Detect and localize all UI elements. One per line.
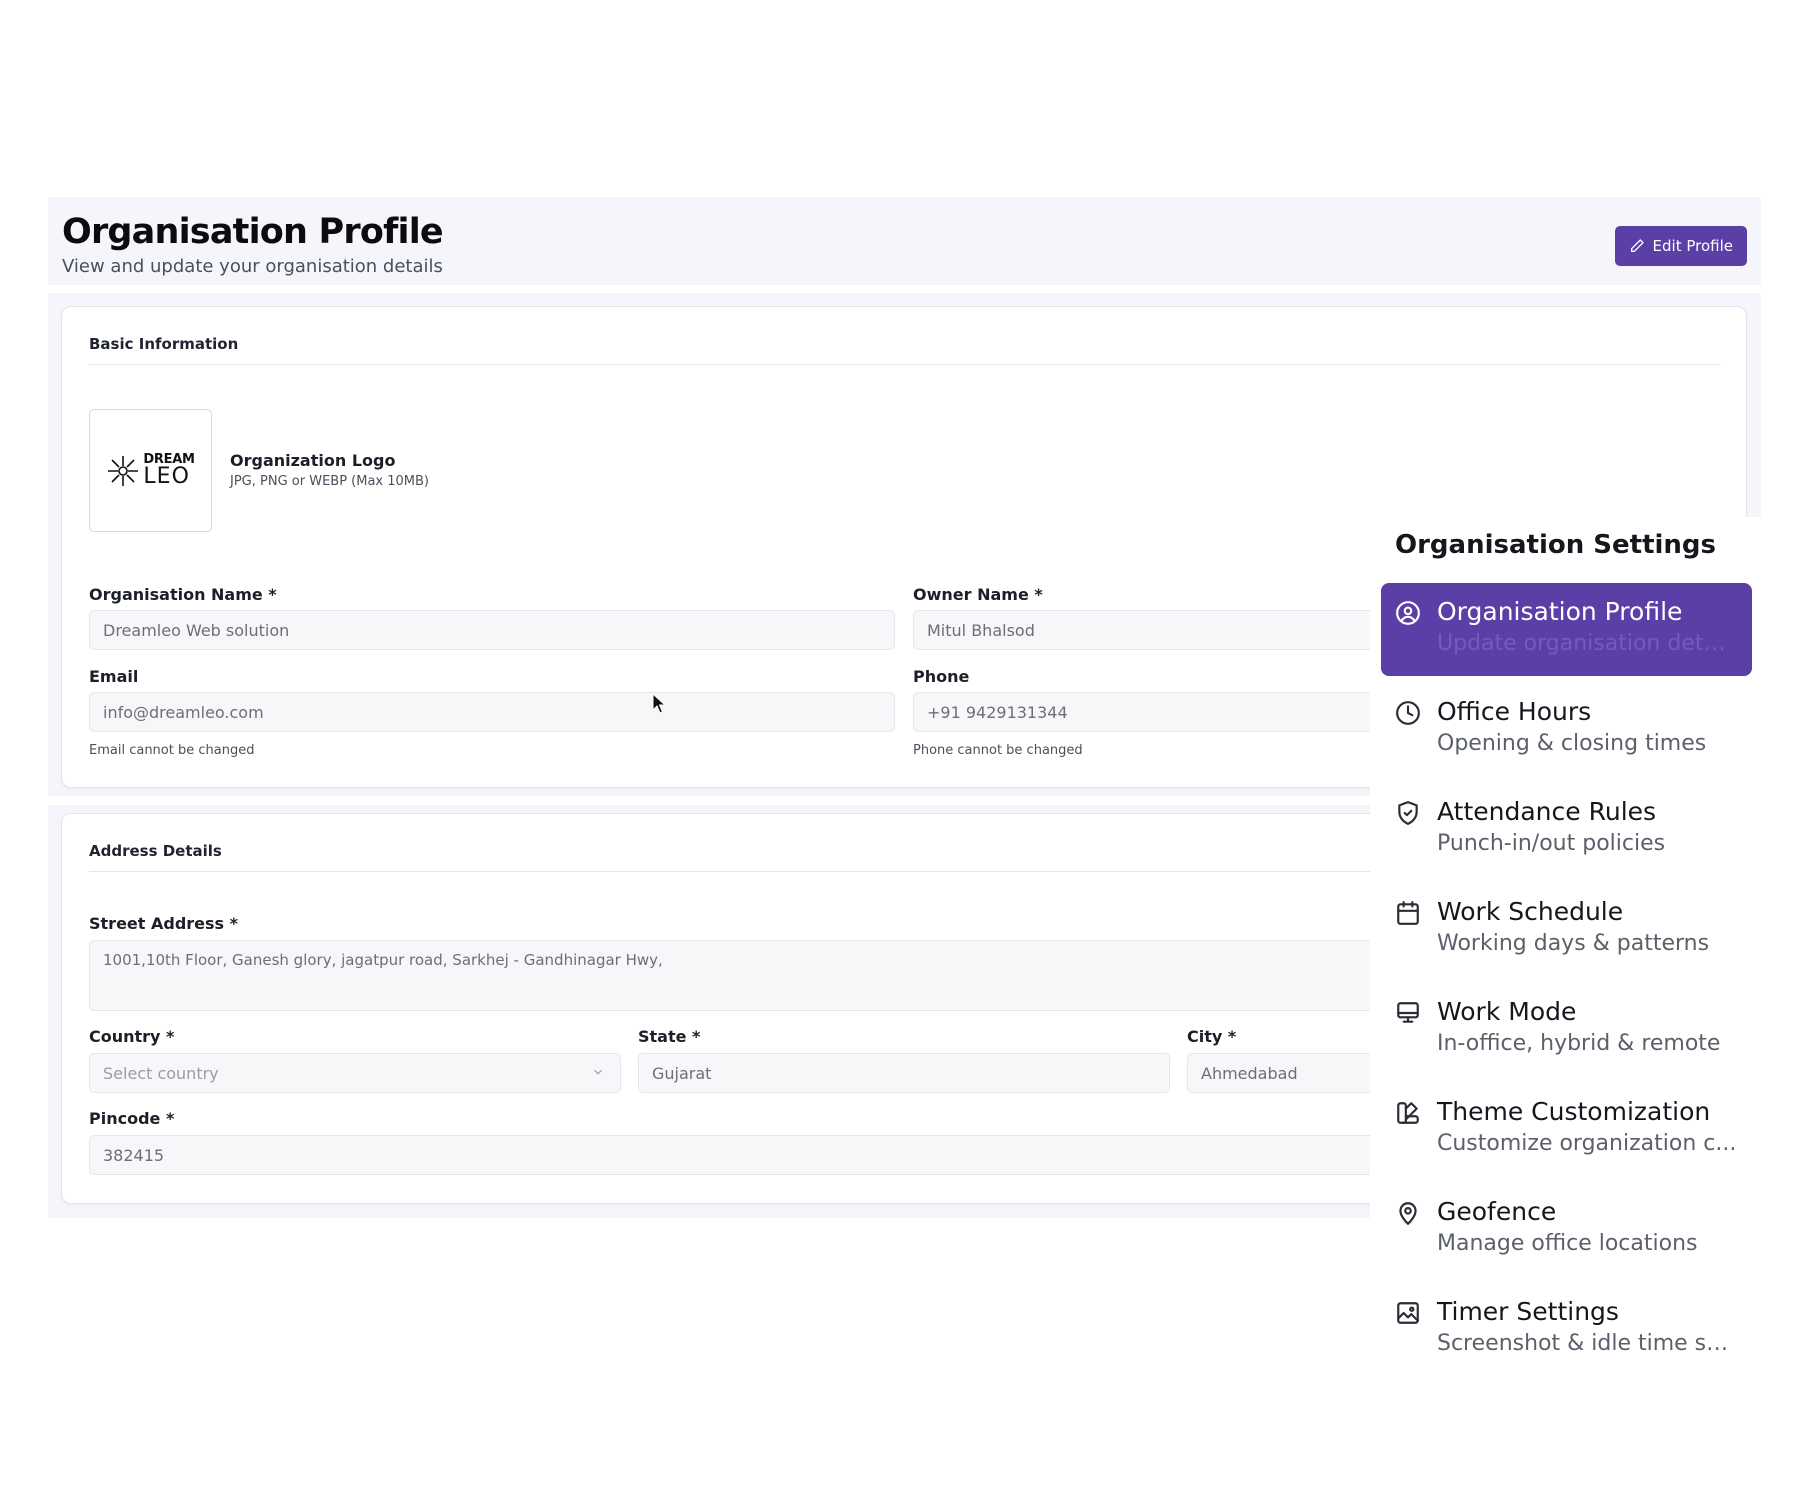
state-input[interactable]: Gujarat	[638, 1053, 1170, 1093]
nav-sub: Customize organization c...	[1437, 1131, 1737, 1156]
nav-label: Theme Customization	[1437, 1097, 1711, 1126]
nav-item-work-mode[interactable]: Work Mode In-office, hybrid & remote	[1381, 983, 1752, 1076]
logo-hint: JPG, PNG or WEBP (Max 10MB)	[230, 474, 429, 489]
country-label: Country *	[89, 1027, 175, 1046]
nav-label: Work Mode	[1437, 997, 1577, 1026]
basic-info-title: Basic Information	[89, 335, 239, 353]
country-select[interactable]: Select country	[89, 1053, 621, 1093]
user-circle-icon	[1396, 601, 1420, 625]
nav-label: Geofence	[1437, 1197, 1557, 1226]
logo-mark: DREAM LEO	[106, 453, 195, 488]
state-label: State *	[638, 1027, 701, 1046]
nav-sub: In-office, hybrid & remote	[1437, 1031, 1721, 1056]
phone-label: Phone	[913, 667, 970, 686]
pencil-icon	[1630, 239, 1644, 252]
owner-name-label: Owner Name *	[913, 585, 1043, 604]
email-label: Email	[89, 667, 139, 686]
page-title: Organisation Profile	[62, 212, 444, 252]
chevron-down-icon	[594, 1069, 602, 1075]
org-name-label: Organisation Name *	[89, 585, 277, 604]
street-address-label: Street Address *	[89, 914, 238, 933]
org-name-input[interactable]: Dreamleo Web solution	[89, 610, 895, 650]
city-label: City *	[1187, 1027, 1237, 1046]
shield-check-icon	[1398, 801, 1418, 825]
logo-label: Organization Logo	[230, 451, 396, 470]
email-field[interactable]: info@dreamleo.com	[89, 692, 895, 732]
nav-item-office-hours[interactable]: Office Hours Opening & closing times	[1381, 683, 1752, 776]
nav-label: Office Hours	[1437, 697, 1592, 726]
nav-item-organisation-profile[interactable]: Organisation Profile Update organisation…	[1381, 583, 1752, 676]
image-icon	[1397, 1302, 1419, 1324]
divider	[89, 364, 1721, 365]
nav-label: Timer Settings	[1437, 1297, 1619, 1326]
palette-icon	[1397, 1102, 1419, 1124]
nav-item-timer-settings[interactable]: Timer Settings Screenshot & idle time se…	[1381, 1283, 1752, 1376]
settings-panel: Organisation Settings Organisation Profi…	[1370, 517, 1762, 1365]
nav-sub: Opening & closing times	[1437, 731, 1707, 756]
phone-helper: Phone cannot be changed	[913, 743, 1083, 758]
nav-label: Attendance Rules	[1437, 797, 1657, 826]
page-subtitle: View and update your organisation detail…	[62, 256, 443, 277]
address-title: Address Details	[89, 842, 222, 860]
mandala-icon	[108, 455, 139, 486]
nav-sub: Working days & patterns	[1437, 931, 1710, 956]
logo-wordmark: DREAM LEO	[143, 453, 194, 488]
page: Organisation Profile View and update you…	[0, 0, 1800, 1500]
nav-label: Organisation Profile	[1437, 597, 1683, 626]
map-pin-icon	[1399, 1202, 1417, 1225]
nav-item-geofence[interactable]: Geofence Manage office locations	[1381, 1183, 1752, 1276]
settings-title: Organisation Settings	[1395, 530, 1717, 560]
nav-sub: Punch-in/out policies	[1437, 831, 1666, 856]
nav-sub: Manage office locations	[1437, 1231, 1698, 1256]
edit-profile-button[interactable]: Edit Profile	[1614, 226, 1747, 266]
organization-logo[interactable]: DREAM LEO	[89, 409, 212, 532]
page-header: Organisation Profile View and update you…	[48, 197, 1761, 285]
calendar-icon	[1397, 901, 1419, 925]
logo-bottom-text: LEO	[143, 464, 190, 489]
nav-item-theme-customization[interactable]: Theme Customization Customize organizati…	[1381, 1083, 1752, 1176]
nav-item-attendance-rules[interactable]: Attendance Rules Punch-in/out policies	[1381, 783, 1752, 876]
nav-sub: Update organisation details	[1437, 631, 1737, 656]
mouse-cursor-icon	[652, 693, 666, 714]
clock-icon	[1396, 701, 1420, 725]
nav-label: Work Schedule	[1437, 897, 1624, 926]
country-placeholder: Select country	[103, 1063, 219, 1083]
nav-sub: Screenshot & idle time set...	[1437, 1331, 1737, 1356]
edit-profile-label: Edit Profile	[1652, 237, 1733, 255]
nav-item-work-schedule[interactable]: Work Schedule Working days & patterns	[1381, 883, 1752, 976]
email-helper: Email cannot be changed	[89, 743, 255, 758]
monitor-icon	[1397, 1002, 1419, 1023]
pincode-label: Pincode *	[89, 1109, 175, 1128]
